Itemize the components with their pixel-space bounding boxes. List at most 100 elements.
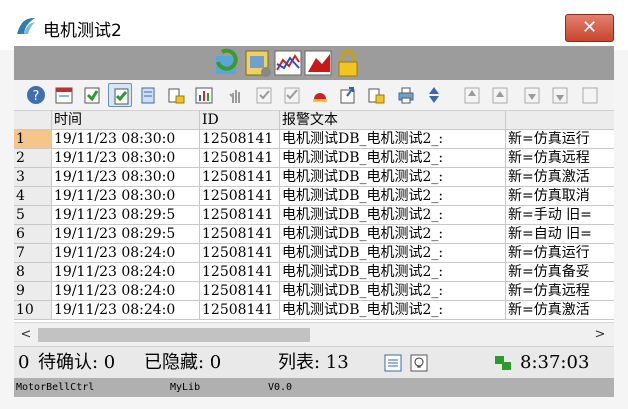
table-row[interactable]: 2 19/11/23 08:30:0 12508141 电机测试DB_电机测试2_: 新…	[14, 149, 614, 168]
row-number: 3	[14, 168, 52, 187]
cell-id: 12508141	[200, 225, 280, 244]
cell-time: 19/11/23 08:30:0	[52, 168, 200, 187]
row-number: 10	[14, 301, 52, 320]
check-all-icon[interactable]	[280, 83, 304, 107]
cell-extra: 新=仿真远程	[506, 149, 614, 168]
cell-time: 19/11/23 08:24:0	[52, 244, 200, 263]
row-number: 1	[14, 130, 52, 149]
scroll-thumb[interactable]	[38, 328, 310, 342]
row-number: 9	[14, 282, 52, 301]
cell-extra: 新=手动 旧=	[506, 206, 614, 225]
footer-version: V0.0	[268, 382, 293, 393]
next-icon[interactable]	[520, 83, 544, 107]
row-number: 7	[14, 244, 52, 263]
stack-icon[interactable]	[136, 83, 160, 107]
table-row[interactable]: 10 19/11/23 08:24:0 12508141 电机测试DB_电机测试2_:…	[14, 301, 614, 320]
calendar-icon[interactable]	[52, 83, 76, 107]
header-time[interactable]: 时间	[52, 111, 200, 130]
alarm-icon[interactable]	[308, 83, 332, 107]
scroll-left-icon[interactable]: <	[18, 326, 34, 344]
trend-view-icon[interactable]	[274, 48, 302, 78]
footer-bar: MotorBellCtrl MyLib V0.0	[14, 378, 614, 397]
cell-alarm-text: 电机测试DB_电机测试2_:	[280, 225, 506, 244]
network-icon	[495, 356, 511, 370]
more-icon[interactable]	[578, 83, 602, 107]
lock-icon[interactable]	[164, 83, 188, 107]
row-number: 2	[14, 149, 52, 168]
row-number: 8	[14, 263, 52, 282]
status-bar: 0 待确认: 0 已隐藏: 0 列表: 13 8:37:03	[14, 346, 614, 378]
row-number: 4	[14, 187, 52, 206]
table-row[interactable]: 9 19/11/23 08:24:0 12508141 电机测试DB_电机测试2_: 新…	[14, 282, 614, 301]
table-row[interactable]: 4 19/11/23 08:30:0 12508141 电机测试DB_电机测试2_: 新…	[14, 187, 614, 206]
status-hidden: 已隐藏: 0	[144, 352, 222, 373]
cell-extra: 新=仿真取消	[506, 187, 614, 206]
first-icon[interactable]	[460, 83, 484, 107]
bulb-icon[interactable]	[410, 354, 428, 372]
cell-id: 12508141	[200, 282, 280, 301]
list-icon[interactable]	[384, 354, 402, 372]
user-logon-icon[interactable]	[304, 48, 332, 78]
header-extra	[506, 111, 614, 130]
status-count: 0	[18, 352, 30, 373]
export-icon[interactable]	[336, 83, 360, 107]
acknowledge-icon[interactable]	[108, 83, 132, 107]
check-icon[interactable]	[252, 83, 276, 107]
sort-icon[interactable]	[422, 83, 446, 107]
print-icon[interactable]	[394, 83, 418, 107]
cell-id: 12508141	[200, 168, 280, 187]
cell-alarm-text: 电机测试DB_电机测试2_:	[280, 149, 506, 168]
refresh-view-icon[interactable]	[214, 48, 242, 78]
last-icon[interactable]	[548, 83, 572, 107]
close-button[interactable]: ✕	[565, 14, 614, 42]
scroll-right-icon[interactable]: >	[592, 326, 608, 344]
cell-extra: 新=仿真激活	[506, 301, 614, 320]
cell-alarm-text: 电机测试DB_电机测试2_:	[280, 301, 506, 320]
cell-alarm-text: 电机测试DB_电机测试2_:	[280, 206, 506, 225]
table-row[interactable]: 5 19/11/23 08:29:5 12508141 电机测试DB_电机测试2_: 新…	[14, 206, 614, 225]
table-row[interactable]: 7 19/11/23 08:24:0 12508141 电机测试DB_电机测试2_: 新…	[14, 244, 614, 263]
horizontal-scrollbar[interactable]: < >	[14, 322, 614, 346]
cell-time: 19/11/23 08:29:5	[52, 225, 200, 244]
hand-icon[interactable]	[224, 83, 248, 107]
cell-time: 19/11/23 08:30:0	[52, 149, 200, 168]
table-row[interactable]: 1 19/11/23 08:30:0 12508141 电机测试DB_电机测试2_: 新…	[14, 130, 614, 149]
header-alarm-text[interactable]: 报警文本	[280, 111, 506, 130]
lock-edit-icon[interactable]	[364, 83, 388, 107]
settings-view-icon[interactable]	[244, 48, 272, 78]
lock-view-icon[interactable]	[334, 48, 362, 78]
cell-time: 19/11/23 08:24:0	[52, 282, 200, 301]
refresh-icon[interactable]	[80, 83, 104, 107]
cell-extra: 新=仿真运行	[506, 130, 614, 149]
cell-time: 19/11/23 08:24:0	[52, 301, 200, 320]
cell-id: 12508141	[200, 263, 280, 282]
cell-id: 12508141	[200, 130, 280, 149]
cell-alarm-text: 电机测试DB_电机测试2_:	[280, 168, 506, 187]
cell-extra: 新=仿真激活	[506, 168, 614, 187]
header-id[interactable]: ID	[200, 111, 280, 130]
cell-time: 19/11/23 08:30:0	[52, 130, 200, 149]
cell-extra: 新=仿真运行	[506, 244, 614, 263]
title-bar[interactable]: 电机测试2 ✕	[0, 0, 628, 50]
cell-alarm-text: 电机测试DB_电机测试2_:	[280, 244, 506, 263]
row-number: 5	[14, 206, 52, 225]
prev-icon[interactable]	[488, 83, 512, 107]
table-header: 时间 ID 报警文本	[14, 111, 614, 130]
cell-time: 19/11/23 08:29:5	[52, 206, 200, 225]
table-row[interactable]: 6 19/11/23 08:29:5 12508141 电机测试DB_电机测试2_: 新…	[14, 225, 614, 244]
chart-icon[interactable]	[192, 83, 216, 107]
cell-alarm-text: 电机测试DB_电机测试2_:	[280, 282, 506, 301]
cell-time: 19/11/23 08:30:0	[52, 187, 200, 206]
footer-block: MotorBellCtrl	[16, 382, 95, 393]
alarm-window: 电机测试2 ✕ ? 时间 ID 报警文本 1 19/11/23 08:30:0 …	[0, 0, 628, 409]
help-icon[interactable]: ?	[24, 83, 48, 107]
svg-text:?: ?	[33, 89, 40, 104]
table-row[interactable]: 3 19/11/23 08:30:0 12508141 电机测试DB_电机测试2_: 新…	[14, 168, 614, 187]
alarm-table[interactable]: 时间 ID 报警文本 1 19/11/23 08:30:0 12508141 电机测试…	[14, 111, 614, 322]
status-clock: 8:37:03	[520, 352, 590, 373]
status-pending: 待确认: 0	[38, 352, 116, 373]
cell-extra: 新=仿真备妥	[506, 263, 614, 282]
table-row[interactable]: 8 19/11/23 08:24:0 12508141 电机测试DB_电机测试2_: 新…	[14, 263, 614, 282]
cell-alarm-text: 电机测试DB_电机测试2_:	[280, 130, 506, 149]
app-logo-icon	[17, 18, 35, 34]
